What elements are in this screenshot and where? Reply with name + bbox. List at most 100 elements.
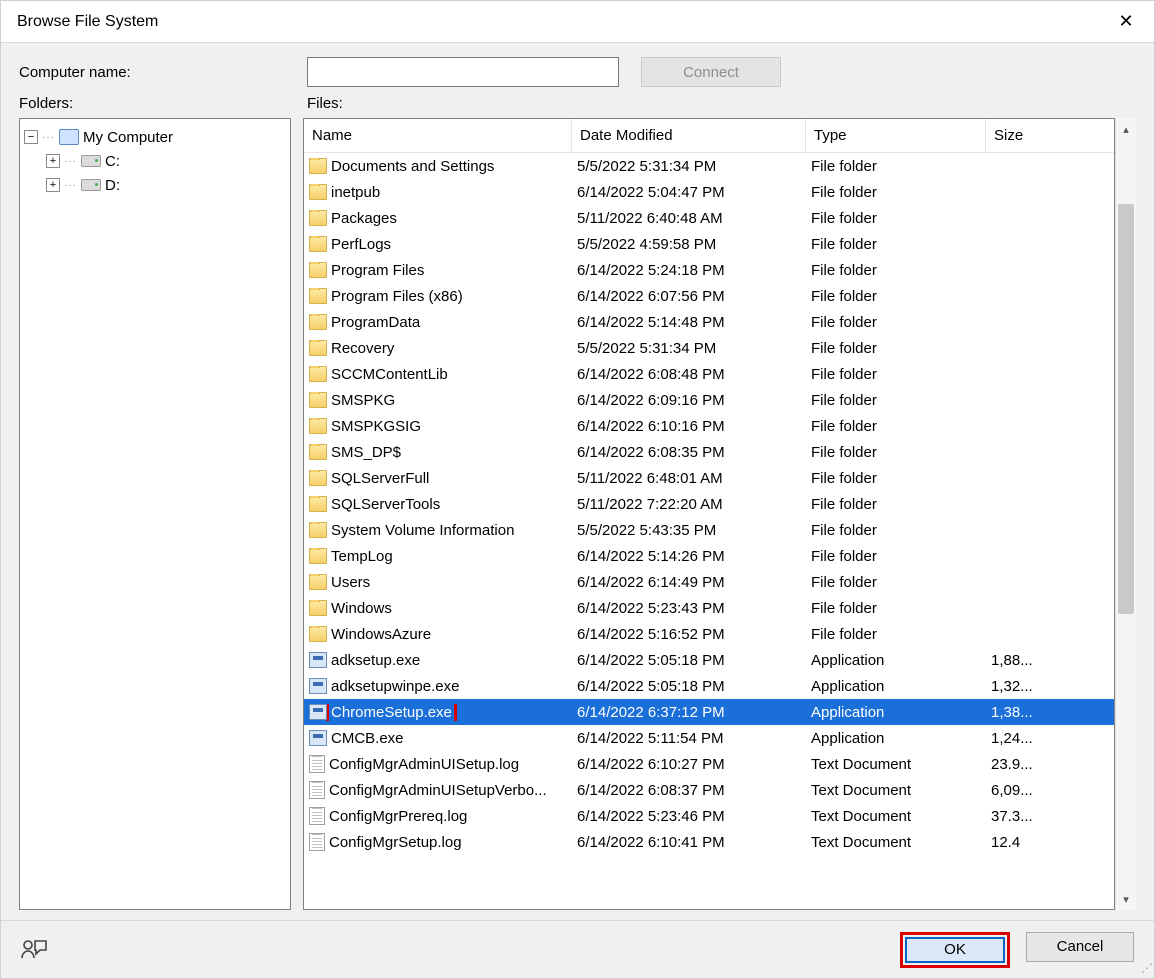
tree-node-label: My Computer bbox=[83, 129, 173, 146]
file-row[interactable]: inetpub6/14/2022 5:04:47 PMFile folder bbox=[304, 179, 1114, 205]
file-type: File folder bbox=[806, 496, 986, 513]
file-name: adksetupwinpe.exe bbox=[331, 678, 459, 695]
file-date: 6/14/2022 5:05:18 PM bbox=[572, 678, 806, 695]
col-size[interactable]: Size bbox=[986, 119, 1068, 152]
file-date: 6/14/2022 5:23:43 PM bbox=[572, 600, 806, 617]
computer-name-input[interactable] bbox=[307, 57, 619, 87]
file-row[interactable]: Recovery5/5/2022 5:31:34 PMFile folder bbox=[304, 335, 1114, 361]
file-row[interactable]: ConfigMgrSetup.log6/14/2022 6:10:41 PMTe… bbox=[304, 829, 1114, 855]
file-size: 23.9... bbox=[986, 756, 1068, 773]
file-row[interactable]: Users 6/14/2022 6:14:49 PMFile folder bbox=[304, 569, 1114, 595]
folder-icon bbox=[309, 314, 327, 330]
cancel-button[interactable]: Cancel bbox=[1026, 932, 1134, 962]
file-type: File folder bbox=[806, 600, 986, 617]
file-name: Recovery bbox=[331, 340, 394, 357]
file-row[interactable]: SQLServerFull5/11/2022 6:48:01 AMFile fo… bbox=[304, 465, 1114, 491]
folder-icon bbox=[309, 444, 327, 460]
file-name: Users bbox=[331, 574, 370, 591]
folder-icon bbox=[309, 366, 327, 382]
file-name: Packages bbox=[331, 210, 397, 227]
file-type: File folder bbox=[806, 548, 986, 565]
close-icon[interactable]: ✕ bbox=[1112, 11, 1140, 32]
files-label: Files: bbox=[307, 95, 343, 112]
file-row[interactable]: Program Files6/14/2022 5:24:18 PMFile fo… bbox=[304, 257, 1114, 283]
file-name: CMCB.exe bbox=[331, 730, 404, 747]
scroll-track[interactable] bbox=[1116, 140, 1136, 888]
file-list[interactable]: Documents and Settings5/5/2022 5:31:34 P… bbox=[304, 153, 1114, 909]
file-date: 6/14/2022 5:05:18 PM bbox=[572, 652, 806, 669]
file-name: SCCMContentLib bbox=[331, 366, 448, 383]
file-date: 6/14/2022 6:08:35 PM bbox=[572, 444, 806, 461]
file-date: 5/11/2022 6:40:48 AM bbox=[572, 210, 806, 227]
file-date: 6/14/2022 6:37:12 PM bbox=[572, 704, 806, 721]
file-name: System Volume Information bbox=[331, 522, 514, 539]
col-date[interactable]: Date Modified bbox=[572, 119, 806, 152]
file-row[interactable]: SQLServerTools5/11/2022 7:22:20 AMFile f… bbox=[304, 491, 1114, 517]
file-size: 1,24... bbox=[986, 730, 1068, 747]
computer-icon bbox=[59, 129, 79, 145]
ok-button[interactable]: OK bbox=[905, 937, 1005, 963]
file-row[interactable]: ConfigMgrAdminUISetup.log6/14/2022 6:10:… bbox=[304, 751, 1114, 777]
file-row[interactable]: ChromeSetup.exe6/14/2022 6:37:12 PMAppli… bbox=[304, 699, 1114, 725]
expand-icon[interactable]: + bbox=[46, 154, 60, 168]
file-row[interactable]: ConfigMgrPrereq.log6/14/2022 5:23:46 PMT… bbox=[304, 803, 1114, 829]
tree-node-drive[interactable]: +···C: bbox=[46, 149, 286, 173]
tree-node-my-computer[interactable]: − ··· My Computer bbox=[24, 125, 286, 149]
file-type: Text Document bbox=[806, 782, 986, 799]
scroll-thumb[interactable] bbox=[1118, 204, 1134, 614]
file-date: 5/5/2022 5:31:34 PM bbox=[572, 158, 806, 175]
connect-button[interactable]: Connect bbox=[641, 57, 781, 87]
file-type: File folder bbox=[806, 288, 986, 305]
file-row[interactable]: Windows 6/14/2022 5:23:43 PMFile folder bbox=[304, 595, 1114, 621]
scroll-down-icon[interactable]: ▾ bbox=[1116, 888, 1136, 910]
file-row[interactable]: ConfigMgrAdminUISetupVerbo...6/14/2022 6… bbox=[304, 777, 1114, 803]
application-icon bbox=[309, 704, 327, 720]
collapse-icon[interactable]: − bbox=[24, 130, 38, 144]
scrollbar[interactable]: ▴ ▾ bbox=[1115, 118, 1136, 910]
folder-icon bbox=[309, 600, 327, 616]
expand-icon[interactable]: + bbox=[46, 178, 60, 192]
file-date: 6/14/2022 5:16:52 PM bbox=[572, 626, 806, 643]
col-type[interactable]: Type bbox=[806, 119, 986, 152]
file-row[interactable]: Program Files (x86)6/14/2022 6:07:56 PMF… bbox=[304, 283, 1114, 309]
file-date: 6/14/2022 6:14:49 PM bbox=[572, 574, 806, 591]
file-size: 1,32... bbox=[986, 678, 1068, 695]
tree-node-drive[interactable]: +···D: bbox=[46, 173, 286, 197]
file-row[interactable]: SCCMContentLib6/14/2022 6:08:48 PMFile f… bbox=[304, 361, 1114, 387]
file-name: Windows bbox=[331, 600, 392, 617]
file-row[interactable]: TempLog6/14/2022 5:14:26 PMFile folder bbox=[304, 543, 1114, 569]
file-date: 5/11/2022 7:22:20 AM bbox=[572, 496, 806, 513]
window-title: Browse File System bbox=[17, 13, 158, 31]
file-row[interactable]: adksetup.exe6/14/2022 5:05:18 PMApplicat… bbox=[304, 647, 1114, 673]
folder-tree[interactable]: − ··· My Computer +···C:+···D: bbox=[19, 118, 291, 910]
file-row[interactable]: CMCB.exe6/14/2022 5:11:54 PMApplication1… bbox=[304, 725, 1114, 751]
file-row[interactable]: Packages5/11/2022 6:40:48 AMFile folder bbox=[304, 205, 1114, 231]
file-row[interactable]: adksetupwinpe.exe6/14/2022 5:05:18 PMApp… bbox=[304, 673, 1114, 699]
file-row[interactable]: ProgramData6/14/2022 5:14:48 PMFile fold… bbox=[304, 309, 1114, 335]
drive-icon bbox=[81, 155, 101, 167]
file-type: File folder bbox=[806, 470, 986, 487]
resize-grip-icon[interactable]: ⋰ bbox=[1141, 961, 1151, 975]
file-row[interactable]: System Volume Information5/5/2022 5:43:3… bbox=[304, 517, 1114, 543]
file-row[interactable]: SMSPKGSIG6/14/2022 6:10:16 PMFile folder bbox=[304, 413, 1114, 439]
folder-icon bbox=[309, 262, 327, 278]
application-icon bbox=[309, 652, 327, 668]
ok-highlight: OK bbox=[900, 932, 1010, 968]
scroll-up-icon[interactable]: ▴ bbox=[1116, 118, 1136, 140]
file-row[interactable]: PerfLogs5/5/2022 4:59:58 PMFile folder bbox=[304, 231, 1114, 257]
file-name: ConfigMgrAdminUISetup.log bbox=[329, 756, 519, 773]
file-row[interactable]: Documents and Settings5/5/2022 5:31:34 P… bbox=[304, 153, 1114, 179]
document-icon bbox=[309, 807, 325, 825]
file-type: File folder bbox=[806, 574, 986, 591]
col-name[interactable]: Name bbox=[304, 119, 572, 152]
folder-icon bbox=[309, 392, 327, 408]
file-name: SMS_DP$ bbox=[331, 444, 401, 461]
folder-icon bbox=[309, 288, 327, 304]
file-name: TempLog bbox=[331, 548, 393, 565]
file-row[interactable]: WindowsAzure6/14/2022 5:16:52 PMFile fol… bbox=[304, 621, 1114, 647]
file-type: File folder bbox=[806, 392, 986, 409]
file-row[interactable]: SMSPKG6/14/2022 6:09:16 PMFile folder bbox=[304, 387, 1114, 413]
file-row[interactable]: SMS_DP$6/14/2022 6:08:35 PMFile folder bbox=[304, 439, 1114, 465]
file-date: 6/14/2022 6:08:48 PM bbox=[572, 366, 806, 383]
file-date: 6/14/2022 6:09:16 PM bbox=[572, 392, 806, 409]
